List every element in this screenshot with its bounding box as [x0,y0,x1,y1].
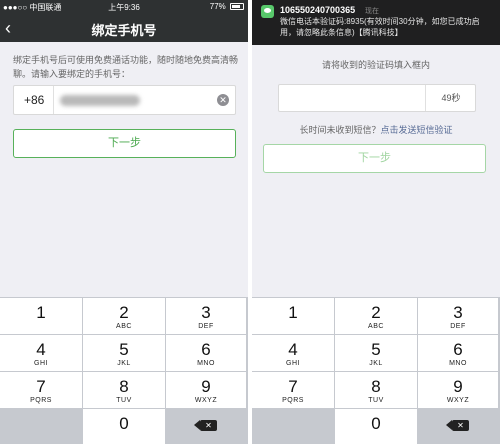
key-digit: 8 [371,377,381,396]
notification-sender: 106550240700365 [280,5,356,15]
key-3[interactable]: 3 DEF [418,298,498,334]
key-digit: 5 [119,340,129,359]
backspace-icon: ✕ [194,420,217,431]
key-digit: 1 [36,303,46,322]
key-letters: MNO [197,360,215,367]
key-1[interactable]: 1 [252,298,334,334]
key-digit: 3 [453,303,463,322]
key-6[interactable]: 6 MNO [166,335,246,371]
key-digit: 5 [371,340,381,359]
country-code[interactable]: +86 [24,93,44,107]
delete-key[interactable]: ✕ [166,409,246,444]
key-9[interactable]: 9 WXYZ [418,372,498,408]
key-digit: 2 [371,303,381,322]
messages-icon [261,5,274,18]
key-letters: WXYZ [194,397,218,404]
key-digit: 3 [201,303,211,322]
send-sms-link[interactable]: 点击发送短信验证 [381,125,453,135]
phone-redaction [60,95,140,106]
code-hint: 请将收到的验证码填入框内 [321,60,430,70]
key-digit: 0 [119,414,129,433]
key-letters: ABC [116,323,132,330]
key-4[interactable]: 4 GHI [252,335,334,371]
code-input[interactable] [283,88,423,108]
key-letters: JKL [117,360,131,367]
key-digit: 4 [288,340,298,359]
key-digit: 9 [201,377,211,396]
key-digit: 6 [201,340,211,359]
key-digit: 6 [453,340,463,359]
verification-code-field: 49秒 [278,84,476,112]
key-letters: GHI [34,360,48,367]
key-letters: PQRS [282,397,304,404]
nav-bar: ‹ 绑定手机号 [0,14,248,42]
notification-time: 现在 [365,8,379,15]
backspace-icon: ✕ [446,420,469,431]
resend-prefix: 长时间未收到短信？ [299,125,381,135]
status-bar: ●●●○○ 中国联通 上午9:36 77% [0,0,248,14]
key-2[interactable]: 2 ABC [83,298,165,334]
key-letters: DEF [450,323,466,330]
sms-notification-banner[interactable]: 106550240700365 现在 微信电话本验证码:8935(有效时间30分… [252,0,500,45]
battery-status: 77% [210,2,244,11]
keypad-blank [0,409,82,444]
phone-number-field: +86 ✕ [13,85,236,115]
key-2[interactable]: 2 ABC [335,298,417,334]
key-letters: DEF [198,323,214,330]
next-step-button[interactable]: 下一步 [13,129,236,158]
key-5[interactable]: 5 JKL [335,335,417,371]
key-8[interactable]: 8 TUV [335,372,417,408]
key-digit: 2 [119,303,129,322]
key-3[interactable]: 3 DEF [166,298,246,334]
delete-key[interactable]: ✕ [418,409,498,444]
key-8[interactable]: 8 TUV [83,372,165,408]
key-digit: 9 [453,377,463,396]
next-step-button[interactable]: 下一步 [263,144,486,173]
key-digit: 8 [119,377,129,396]
field-divider [53,86,54,114]
number-keypad: 1 2 ABC 3 DEF 4 GHI 5 JKL 6 MNO 7 PQRS 8 TUV 9 WXYZ 0 ✕ [252,297,500,444]
key-letters: TUV [116,397,132,404]
notification-body: 微信电话本验证码:8935(有效时间30分钟，如您已成功启用，请忽略此条信息)【… [280,17,480,37]
top-bar: ●●●○○ 中国联通 上午9:36 77% ‹ 绑定手机号 [0,0,248,42]
key-digit: 4 [36,340,46,359]
key-letters: GHI [286,360,300,367]
key-digit: 1 [288,303,298,322]
key-9[interactable]: 9 WXYZ [166,372,246,408]
key-digit: 7 [288,377,298,396]
key-letters: PQRS [30,397,52,404]
clear-input-icon[interactable]: ✕ [217,94,229,106]
number-keypad: 1 2 ABC 3 DEF 4 GHI 5 JKL 6 MNO 7 PQRS 8 TUV 9 WXYZ 0 ✕ [0,297,248,444]
key-7[interactable]: 7 PQRS [252,372,334,408]
key-letters: ABC [368,323,384,330]
page-title: 绑定手机号 [91,23,157,38]
key-letters: JKL [369,360,383,367]
verify-code-screen: 106550240700365 现在 微信电话本验证码:8935(有效时间30分… [252,0,500,444]
key-5[interactable]: 5 JKL [83,335,165,371]
key-0[interactable]: 0 [335,409,417,444]
resend-hint: 长时间未收到短信？点击发送短信验证 [252,123,500,136]
key-letters: WXYZ [446,397,470,404]
resend-countdown: 49秒 [441,93,461,103]
key-letters: TUV [368,397,384,404]
key-digit: 7 [36,377,46,396]
key-letters: MNO [449,360,467,367]
key-0[interactable]: 0 [83,409,165,444]
battery-icon [230,3,244,10]
battery-percent: 77% [209,2,226,11]
key-7[interactable]: 7 PQRS [0,372,82,408]
bind-phone-screen: ●●●○○ 中国联通 上午9:36 77% ‹ 绑定手机号 绑定手机号后可使用免… [0,0,248,444]
keypad-blank [252,409,334,444]
key-digit: 0 [371,414,381,433]
key-4[interactable]: 4 GHI [0,335,82,371]
key-6[interactable]: 6 MNO [418,335,498,371]
bind-description: 绑定手机号后可使用免费通话功能，随时随地免费高清畅聊。请输入要绑定的手机号： [13,55,239,79]
key-1[interactable]: 1 [0,298,82,334]
